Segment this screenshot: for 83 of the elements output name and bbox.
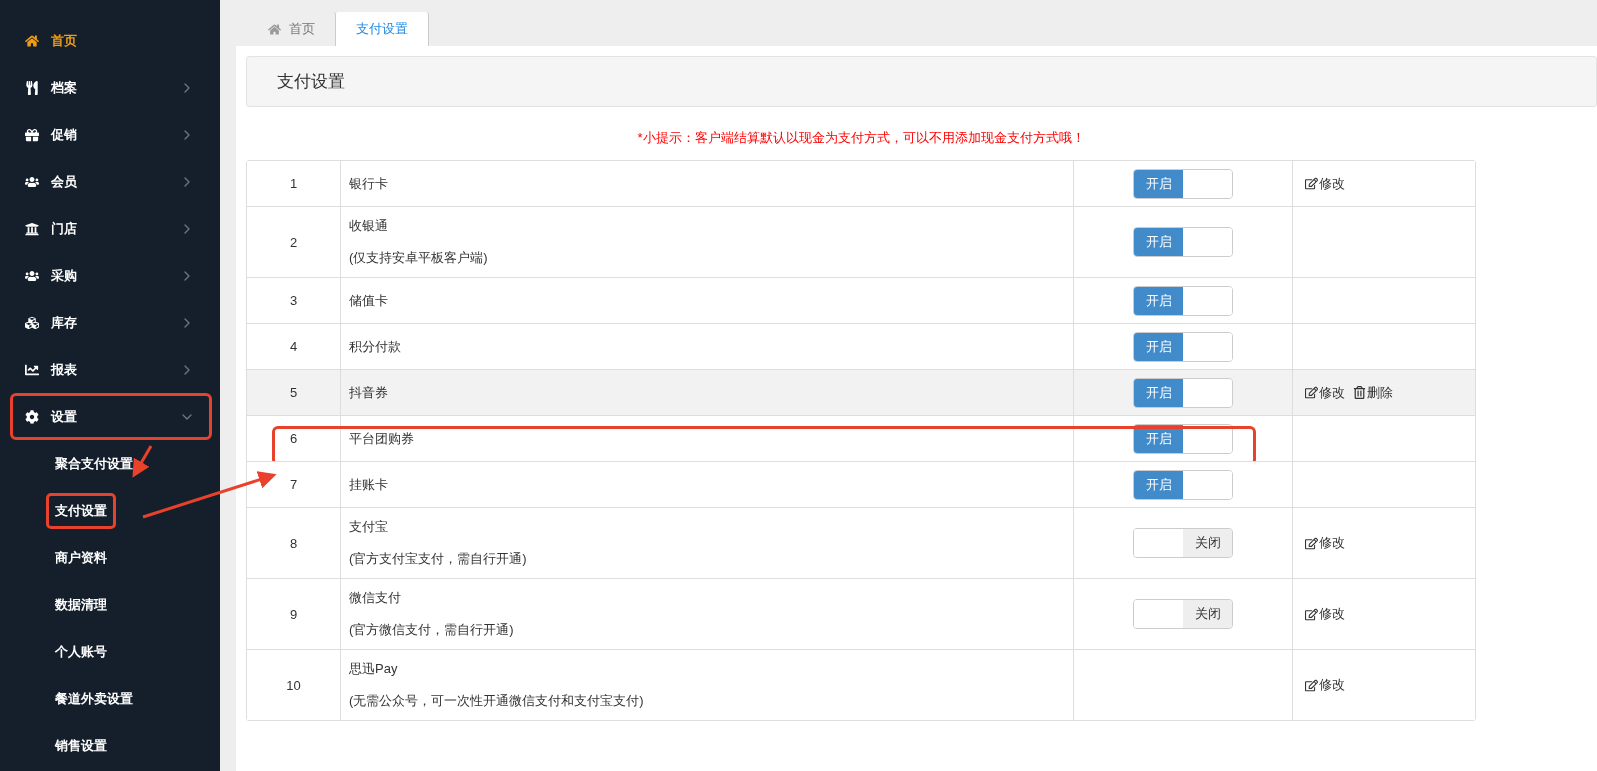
payment-name: 银行卡: [349, 174, 388, 193]
toggle-switch[interactable]: 开启: [1133, 377, 1233, 408]
sidebar-item[interactable]: 报表: [10, 346, 212, 393]
chart-icon: [25, 362, 39, 377]
payment-name: 支付宝: [349, 518, 388, 536]
payment-note: (仅支持安卓平板客户端): [349, 249, 488, 267]
submenu-item[interactable]: 销售设置: [46, 727, 116, 764]
payment-name: 思迅Pay: [349, 660, 398, 678]
edit-icon: [1305, 536, 1318, 550]
sidebar-label: 设置: [51, 407, 78, 426]
row-number: 10: [286, 677, 301, 693]
toggle-switch[interactable]: 开启: [1133, 227, 1233, 257]
trash-icon: [1353, 386, 1366, 399]
edit-icon: [1305, 177, 1318, 190]
edit-link[interactable]: 修改: [1305, 605, 1345, 623]
home-icon: [25, 33, 39, 48]
toggle-switch[interactable]: 开启: [1133, 469, 1233, 500]
edit-link[interactable]: 修改: [1305, 534, 1345, 552]
payment-name: 挂账卡: [349, 475, 388, 494]
cubes-icon: [25, 315, 39, 330]
submenu-item[interactable]: 支付设置: [46, 492, 116, 529]
payment-note: (官方微信支付，需自行开通): [349, 621, 514, 639]
payment-name: 平台团购券: [349, 429, 414, 448]
sidebar-item[interactable]: 促销: [10, 111, 212, 158]
delete-link[interactable]: 删除: [1353, 383, 1393, 402]
sidebar-label: 档案: [51, 78, 78, 97]
tip-text: *小提示：客户端结算默认以现金为支付方式，可以不用添加现金支付方式哦！: [636, 129, 1086, 147]
payment-note: (官方支付宝支付，需自行开通): [349, 550, 527, 568]
sidebar-item[interactable]: 设置: [10, 393, 212, 440]
submenu-item[interactable]: 聚合支付设置: [46, 445, 142, 482]
row-number: 5: [289, 385, 298, 400]
submenu-item[interactable]: 商户资料: [46, 539, 116, 576]
row-number: 1: [289, 176, 298, 191]
sidebar-item[interactable]: 档案: [10, 64, 212, 111]
payment-name: 储值卡: [349, 291, 388, 310]
home-icon: [268, 22, 281, 36]
toggle-switch[interactable]: 开启: [1133, 331, 1233, 362]
bank-icon: [25, 221, 39, 236]
edit-icon: [1305, 386, 1318, 399]
toggle-switch[interactable]: 关闭: [1133, 599, 1233, 629]
sidebar-label: 促销: [51, 125, 78, 144]
sidebar-item[interactable]: 会员: [10, 158, 212, 205]
tab[interactable]: 支付设置: [336, 12, 429, 46]
sidebar-item[interactable]: 库存: [10, 299, 212, 346]
row-number: 2: [289, 234, 298, 250]
payment-name: 抖音券: [349, 383, 388, 402]
submenu-item[interactable]: 数据清理: [46, 586, 116, 623]
users-icon: [25, 174, 39, 189]
row-number: 9: [289, 606, 298, 622]
payment-note: (无需公众号，可一次性开通微信支付和支付宝支付): [349, 692, 644, 710]
utensils-icon: [25, 80, 39, 95]
payment-name: 积分付款: [349, 337, 401, 356]
settings-icon: [25, 409, 39, 424]
payment-name: 收银通: [349, 217, 388, 235]
sidebar-label: 库存: [51, 313, 78, 332]
row-number: 6: [289, 431, 298, 446]
toggle-switch[interactable]: 开启: [1133, 423, 1233, 454]
edit-icon: [1305, 678, 1318, 692]
payment-name: 微信支付: [349, 589, 401, 607]
edit-link[interactable]: 修改: [1305, 676, 1345, 694]
edit-link[interactable]: 修改: [1305, 174, 1345, 193]
edit-link[interactable]: 修改: [1305, 383, 1345, 402]
toggle-switch[interactable]: 开启: [1133, 168, 1233, 199]
sidebar-item[interactable]: 首页: [10, 17, 212, 64]
row-number: 7: [289, 477, 298, 492]
row-number: 8: [289, 535, 298, 551]
row-number: 4: [289, 339, 298, 354]
submenu-item[interactable]: 餐道外卖设置: [46, 680, 142, 717]
toggle-switch[interactable]: 关闭: [1133, 528, 1233, 558]
panel-title: 支付设置: [246, 56, 1597, 107]
submenu-item[interactable]: 个人账号: [46, 633, 116, 670]
row-number: 3: [289, 293, 298, 308]
sidebar-label: 采购: [51, 266, 78, 285]
sidebar-label: 报表: [51, 360, 78, 379]
users-icon: [25, 268, 39, 283]
sidebar-label: 首页: [51, 31, 78, 50]
toggle-switch[interactable]: 开启: [1133, 285, 1233, 316]
edit-icon: [1305, 607, 1318, 621]
sidebar-item[interactable]: 采购: [10, 252, 212, 299]
sidebar-label: 门店: [51, 219, 78, 238]
sidebar-label: 会员: [51, 172, 78, 191]
gift-icon: [25, 127, 39, 142]
sidebar-item[interactable]: 门店: [10, 205, 212, 252]
